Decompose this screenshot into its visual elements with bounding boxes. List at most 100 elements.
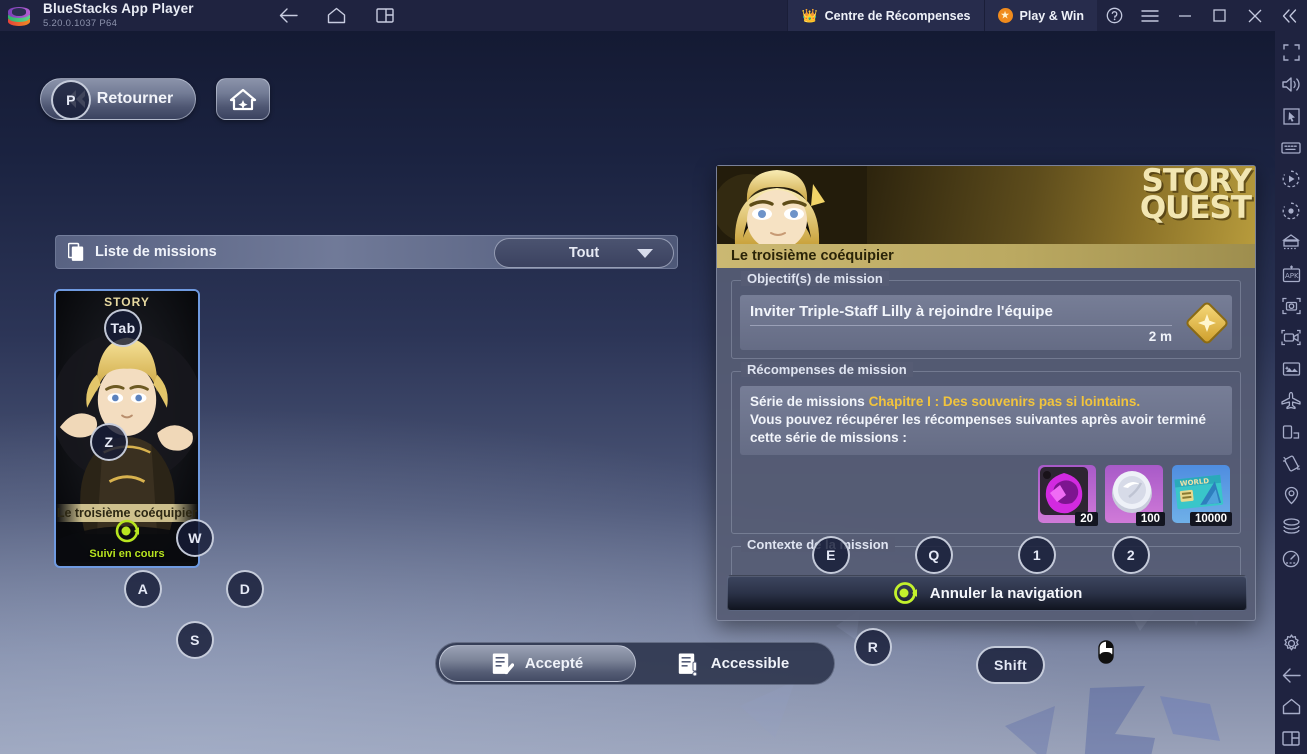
filter-accepted-label: Accepté xyxy=(524,655,584,672)
tracking-target-icon xyxy=(115,519,139,543)
double-chevron-left-icon[interactable] xyxy=(1272,0,1307,31)
app-title: BlueStacks App Player xyxy=(43,1,194,17)
titlebar: BlueStacks App Player 5.20.0.1037 P64 👑 … xyxy=(0,0,1307,31)
window-controls xyxy=(1097,0,1307,31)
reward-quantity: 10000 xyxy=(1190,512,1232,527)
performance-meter-icon[interactable] xyxy=(1275,543,1307,575)
key-overlay-r[interactable]: R xyxy=(854,628,892,666)
key-label: S xyxy=(190,632,200,648)
settings-gear-icon[interactable] xyxy=(1275,628,1307,660)
key-overlay-e[interactable]: E xyxy=(812,536,850,574)
keyboard-controls-icon[interactable] xyxy=(1275,132,1307,164)
sidebar-toolbar: APK xyxy=(1275,31,1307,754)
key-label: Shift xyxy=(994,657,1028,673)
reward-quantity: 100 xyxy=(1135,512,1165,527)
reward-quantity: 20 xyxy=(1075,512,1098,527)
reward-item[interactable]: WORLD 10000 xyxy=(1172,465,1232,527)
home-icon[interactable] xyxy=(327,6,347,26)
key-overlay-z[interactable]: Z xyxy=(90,423,128,461)
install-apk-icon[interactable]: APK xyxy=(1275,258,1307,290)
app-title-block: BlueStacks App Player 5.20.0.1037 P64 xyxy=(43,2,194,28)
game-viewport[interactable]: Retourner Liste de missions Tout STORY L… xyxy=(0,31,1275,754)
rewards-chapter-highlight: Chapitre I : Des souvenirs pas si lointa… xyxy=(868,394,1141,409)
screenshot-icon[interactable] xyxy=(1275,290,1307,322)
objective-distance: 2 m xyxy=(1148,329,1172,344)
titlebar-right: 👑 Centre de Récompenses ★ Play & Win xyxy=(787,0,1307,31)
document-exclaim-icon xyxy=(678,653,698,676)
volume-icon[interactable] xyxy=(1275,69,1307,101)
crystal-shard-decor xyxy=(1005,686,1220,754)
objective-row[interactable]: Inviter Triple-Staff Lilly à rejoindre l… xyxy=(740,295,1232,350)
titlebar-nav-icons xyxy=(279,6,395,26)
macro-record-icon[interactable] xyxy=(1275,163,1307,195)
back-button-label: Retourner xyxy=(96,90,174,107)
mission-filter-toggle-group: Accepté Accessible xyxy=(435,642,835,685)
rewards-section-title: Récompenses de mission xyxy=(741,362,913,377)
rewards-center-label: Centre de Récompenses xyxy=(824,8,971,23)
key-label: D xyxy=(239,581,251,597)
multi-instance-icon[interactable] xyxy=(1275,723,1307,754)
multi-instance-manager-icon[interactable] xyxy=(1275,227,1307,259)
banner-line-2: QUEST xyxy=(1139,190,1252,227)
hamburger-menu-icon[interactable] xyxy=(1132,0,1167,31)
layers-icon[interactable] xyxy=(1275,511,1307,543)
home-button[interactable] xyxy=(216,78,270,120)
fullscreen-icon[interactable] xyxy=(1275,37,1307,69)
tracking-target-icon xyxy=(893,582,917,604)
cursor-icon[interactable] xyxy=(1275,100,1307,132)
key-overlay-s[interactable]: S xyxy=(176,621,214,659)
back-arrow-icon[interactable] xyxy=(279,6,299,26)
mission-card-tracking-label: Suivi en cours xyxy=(89,548,165,560)
cancel-navigation-label: Annuler la navigation xyxy=(929,584,1083,602)
cancel-navigation-button[interactable]: Annuler la navigation xyxy=(727,575,1247,611)
document-list-icon xyxy=(68,242,84,261)
quest-banner: STORY QUEST xyxy=(717,166,1255,244)
reward-item[interactable]: 20 xyxy=(1038,465,1098,527)
close-icon[interactable] xyxy=(1237,0,1272,31)
reward-item[interactable]: 100 xyxy=(1105,465,1165,527)
mission-list-bar[interactable]: Liste de missions Tout xyxy=(55,235,678,269)
key-overlay-d[interactable]: D xyxy=(226,570,264,608)
minimize-icon[interactable] xyxy=(1167,0,1202,31)
key-label: E xyxy=(826,547,836,563)
record-dot-icon[interactable] xyxy=(1275,195,1307,227)
filter-accepted-button[interactable]: Accepté xyxy=(439,645,636,682)
shake-icon[interactable] xyxy=(1275,448,1307,480)
video-record-icon[interactable] xyxy=(1275,321,1307,353)
app-version: 5.20.0.1037 P64 xyxy=(43,17,118,29)
mission-card-tag: STORY xyxy=(104,295,150,309)
key-label: W xyxy=(188,530,202,546)
maximize-icon[interactable] xyxy=(1202,0,1237,31)
key-label: R xyxy=(867,639,879,655)
key-overlay-w[interactable]: W xyxy=(176,519,214,557)
play-and-win-button[interactable]: ★ Play & Win xyxy=(983,0,1097,31)
key-label: Z xyxy=(104,434,114,450)
rewards-item-row: 20 100 WORLD 10000 xyxy=(740,465,1232,527)
rewards-center-button[interactable]: 👑 Centre de Récompenses xyxy=(787,0,984,31)
key-overlay-1[interactable]: 1 xyxy=(1018,536,1056,574)
rewards-description: Série de missions Chapitre I : Des souve… xyxy=(740,386,1232,456)
back-arrow-icon[interactable] xyxy=(1275,659,1307,691)
filter-accessible-button[interactable]: Accessible xyxy=(636,645,831,682)
key-label: 2 xyxy=(1126,547,1136,563)
mission-filter-dropdown[interactable]: Tout xyxy=(494,238,674,268)
key-overlay-shift[interactable]: Shift xyxy=(976,646,1046,684)
airplane-eco-mode-icon[interactable] xyxy=(1275,385,1307,417)
multi-instance-icon[interactable] xyxy=(375,6,395,26)
key-overlay-a[interactable]: A xyxy=(124,570,162,608)
objective-section-title: Objectif(s) de mission xyxy=(741,271,889,286)
rotate-screen-icon[interactable] xyxy=(1275,416,1307,448)
key-overlay-2[interactable]: 2 xyxy=(1112,536,1150,574)
key-overlay-p[interactable]: P xyxy=(51,80,91,120)
key-overlay-tab[interactable]: Tab xyxy=(104,309,142,347)
help-circle-icon[interactable] xyxy=(1097,0,1132,31)
key-label: P xyxy=(66,92,76,108)
home-icon[interactable] xyxy=(1275,691,1307,723)
mouse-pointer-icon xyxy=(1098,640,1114,664)
key-label: 1 xyxy=(1032,547,1042,563)
location-icon[interactable] xyxy=(1275,480,1307,512)
crown-icon: 👑 xyxy=(801,7,818,23)
key-label: Tab xyxy=(110,320,136,336)
media-manager-icon[interactable] xyxy=(1275,353,1307,385)
key-overlay-q[interactable]: Q xyxy=(915,536,953,574)
